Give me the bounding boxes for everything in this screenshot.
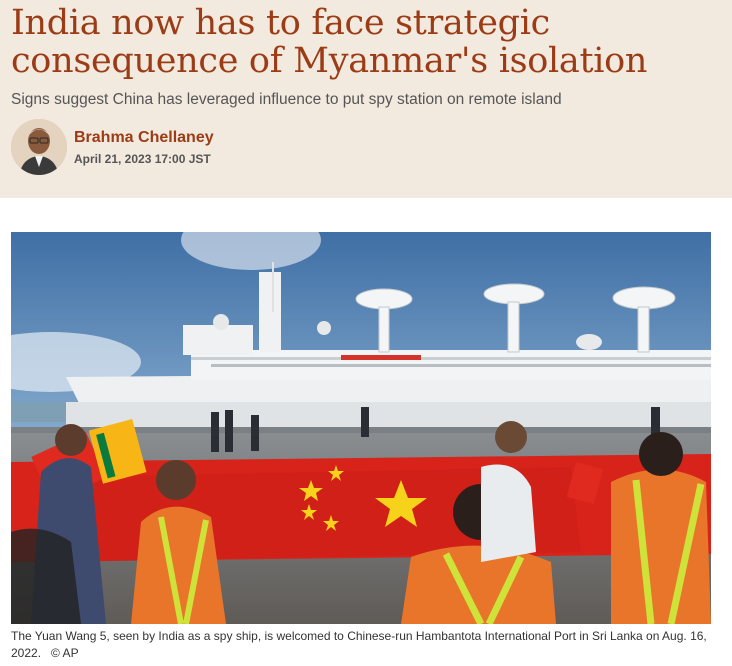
photo-credit: © AP xyxy=(51,646,79,660)
photo-caption: The Yuan Wang 5, seen by India as a spy … xyxy=(11,628,723,662)
publish-date: April 21, 2023 17:00 JST xyxy=(74,151,211,166)
byline: Brahma Chellaney April 21, 2023 17:00 JS… xyxy=(11,119,722,175)
author-name-link[interactable]: Brahma Chellaney xyxy=(74,129,214,147)
caption-text: The Yuan Wang 5, seen by India as a spy … xyxy=(11,629,707,660)
headline: India now has to face strategic conseque… xyxy=(11,3,648,81)
author-avatar[interactable] xyxy=(11,119,67,175)
author-info: Brahma Chellaney April 21, 2023 17:00 JS… xyxy=(74,129,214,166)
lead-photo xyxy=(11,232,711,624)
subheadline: Signs suggest China has leveraged influe… xyxy=(11,91,562,108)
article-header: India now has to face strategic conseque… xyxy=(0,0,732,198)
